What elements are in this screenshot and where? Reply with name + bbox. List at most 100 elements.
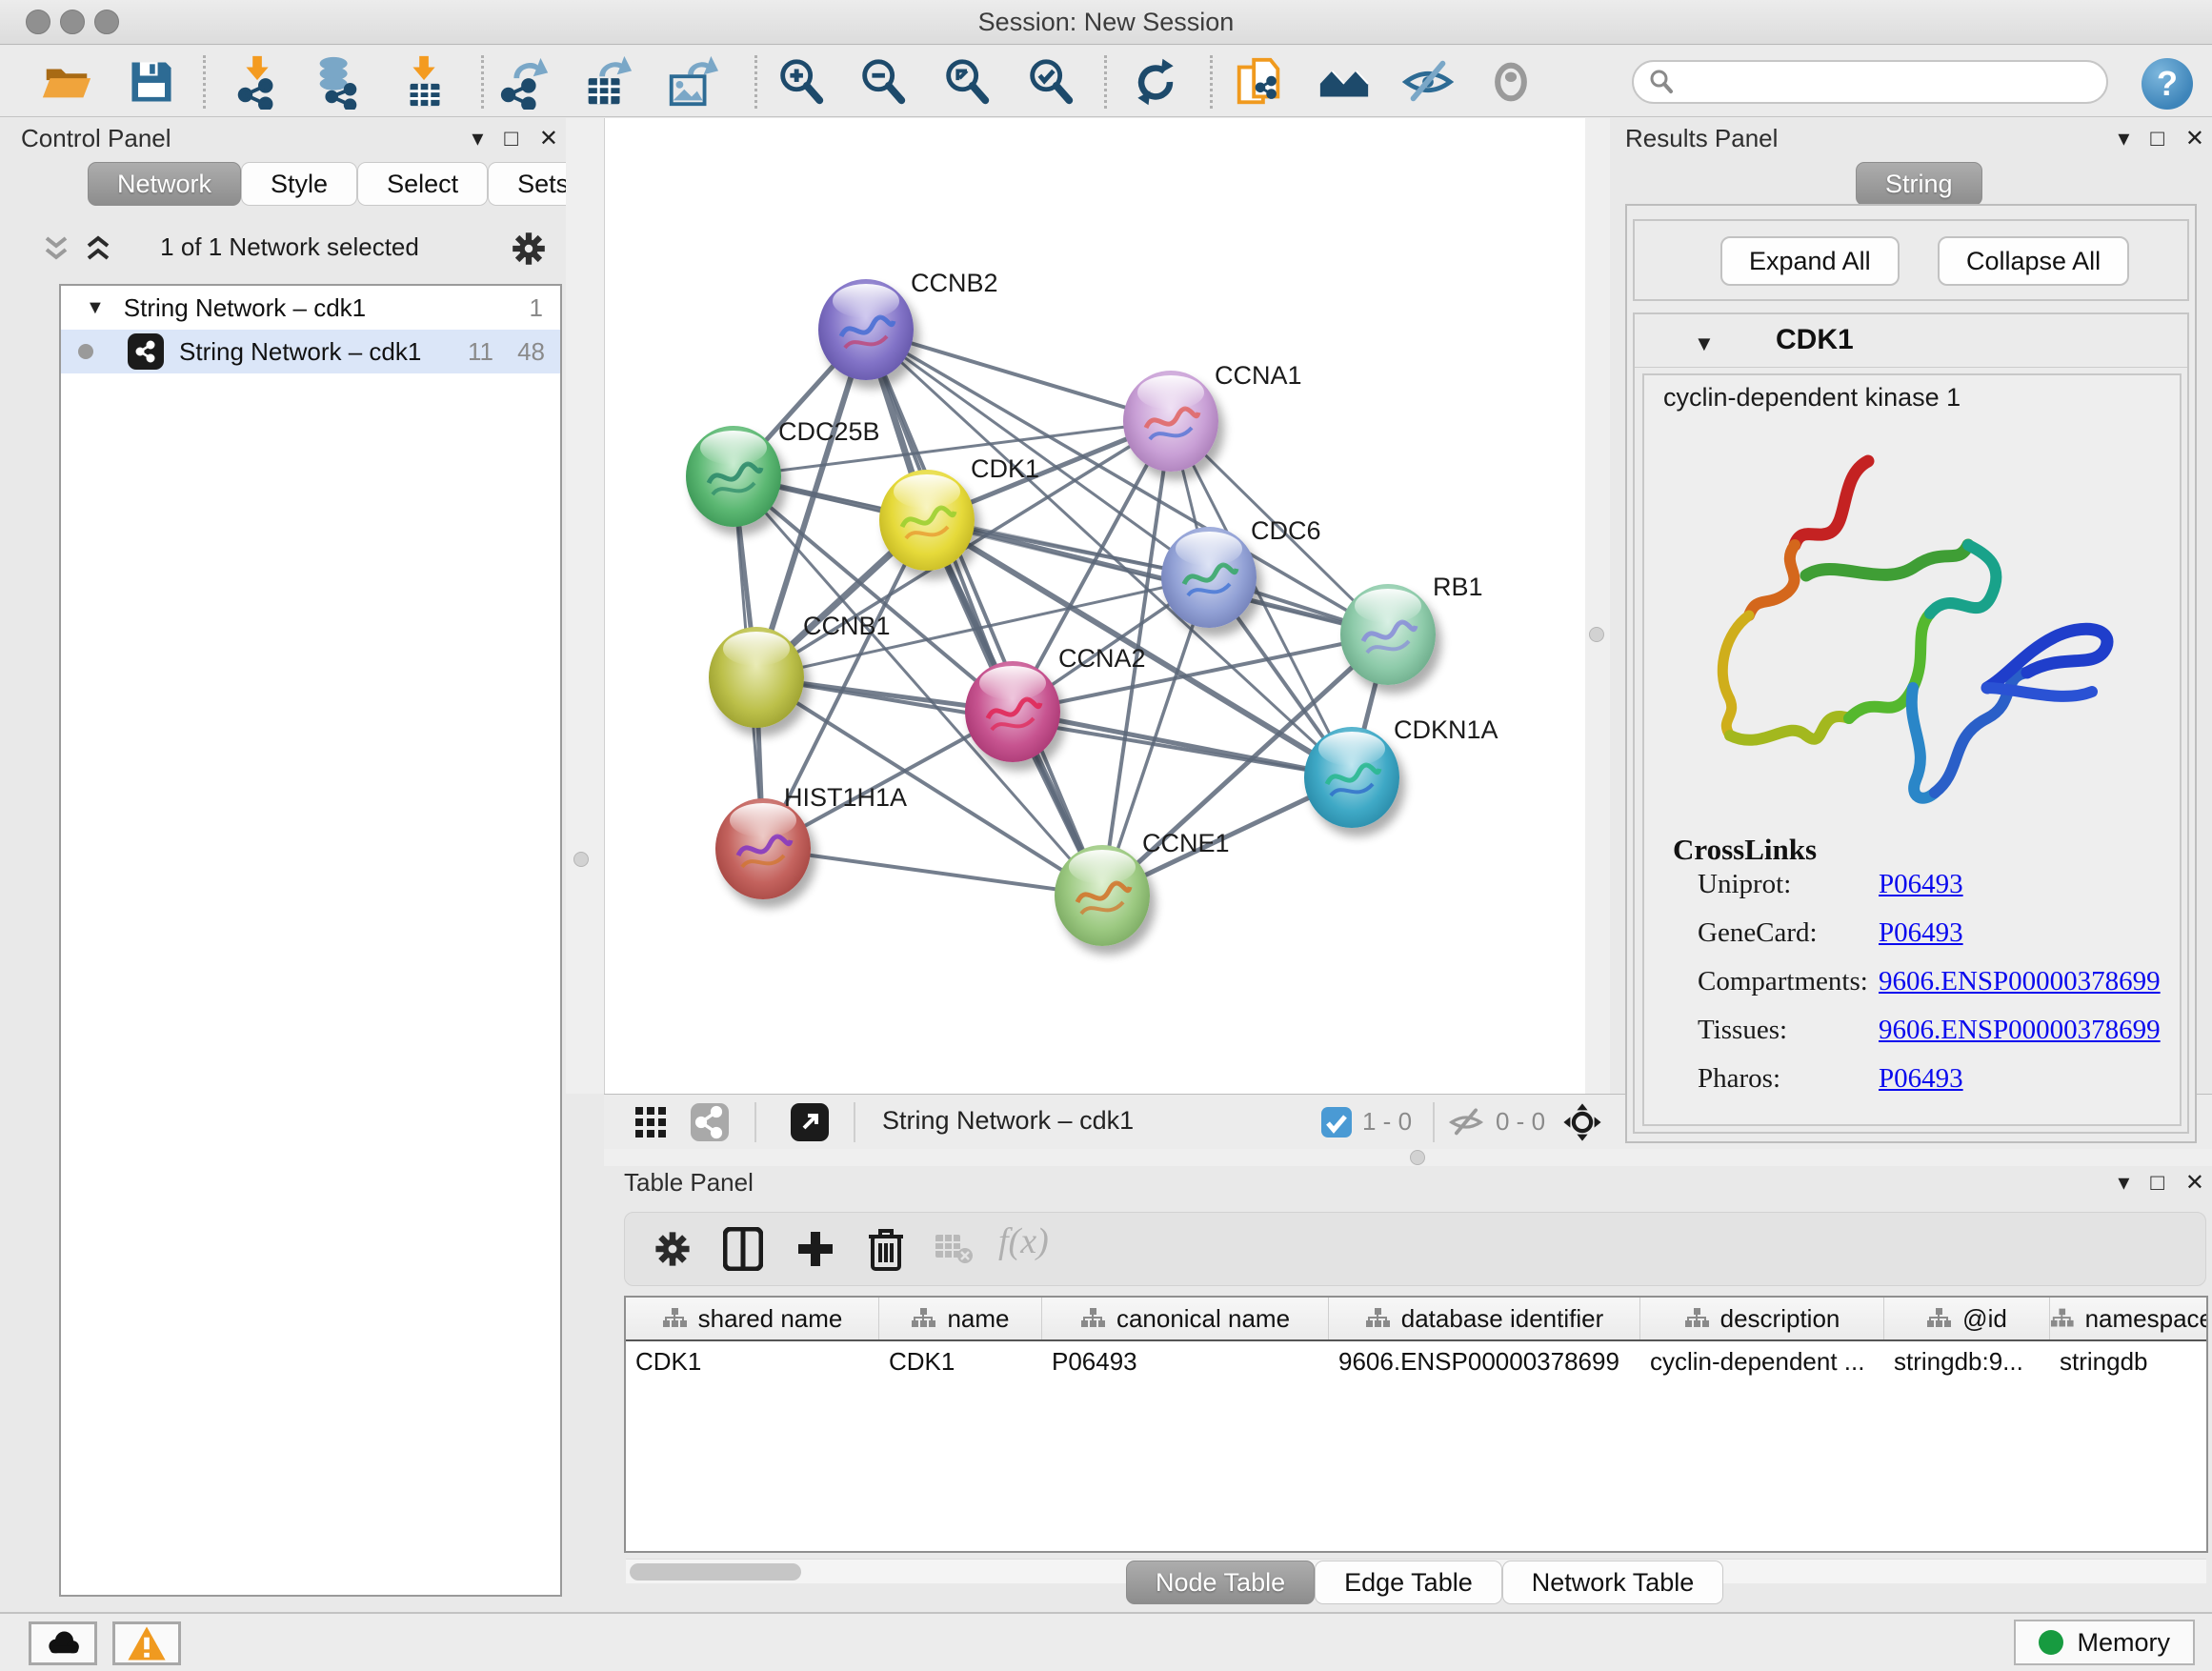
network-edge-HIST1H1A-CCNE1[interactable] [763, 849, 1102, 896]
network-node-CDKN1A[interactable] [1304, 727, 1399, 828]
birdseye-icon[interactable] [1562, 1102, 1602, 1142]
tissues-link[interactable]: 9606.ENSP00000378699 [1879, 1015, 2161, 1046]
cloud-button[interactable] [29, 1621, 97, 1665]
right-splitter-handle[interactable] [1589, 627, 1604, 642]
table-options-gear-icon[interactable] [646, 1222, 699, 1276]
export-table-button[interactable] [577, 52, 636, 111]
table-hscrollbar-thumb[interactable] [630, 1563, 801, 1580]
entry-collapse-icon[interactable]: ▼ [1694, 332, 1715, 356]
delete-table-icon[interactable] [928, 1222, 981, 1276]
table-cell[interactable]: CDK1 [879, 1341, 1042, 1385]
collapse-all-button[interactable]: Collapse All [1938, 236, 2129, 286]
uniprot-link[interactable]: P06493 [1879, 869, 1963, 900]
search-input[interactable] [1676, 68, 2085, 97]
network-collection-row[interactable]: ▼ String Network – cdk1 1 [61, 286, 560, 330]
column-header-name[interactable]: name [879, 1298, 1042, 1339]
network-share-view-icon[interactable] [690, 1102, 730, 1142]
panel-float-icon[interactable]: □ [504, 128, 518, 151]
hidden-eye-slash-icon[interactable] [1446, 1102, 1486, 1142]
network-node-CDC25B[interactable] [686, 426, 781, 527]
tab-style[interactable]: Style [241, 162, 357, 206]
panel-close-icon[interactable]: ✕ [2185, 1172, 2204, 1195]
panel-menu-icon[interactable]: ▾ [2118, 128, 2129, 151]
network-options-gear-icon[interactable] [509, 229, 549, 269]
detach-view-icon[interactable] [790, 1102, 830, 1142]
tab-edge-table[interactable]: Edge Table [1315, 1560, 1502, 1604]
import-network-button[interactable] [229, 52, 288, 111]
panel-menu-icon[interactable]: ▾ [472, 128, 483, 151]
memory-button[interactable]: Memory [2014, 1620, 2195, 1665]
show-columns-icon[interactable] [716, 1222, 770, 1276]
add-function-plus-icon[interactable] [789, 1222, 842, 1276]
collection-expand-icon[interactable]: ▼ [86, 297, 105, 319]
gene-entry-header[interactable]: ▼ CDK1 [1635, 314, 2187, 368]
network-node-RB1[interactable] [1340, 584, 1436, 685]
network-node-CDK1[interactable] [879, 470, 975, 571]
open-session-button[interactable] [37, 52, 96, 111]
compartments-link[interactable]: 9606.ENSP00000378699 [1879, 966, 2161, 997]
visibility-button[interactable] [1481, 52, 1540, 111]
left-splitter-handle[interactable] [573, 852, 589, 867]
right-splitter[interactable] [1585, 118, 1610, 1149]
column-header-shared-name[interactable]: shared name [626, 1298, 879, 1339]
network-row[interactable]: String Network – cdk1 11 48 [61, 330, 560, 373]
network-node-HIST1H1A[interactable] [715, 798, 811, 899]
table-cell[interactable]: CDK1 [626, 1341, 879, 1385]
left-splitter[interactable] [566, 118, 604, 1094]
save-session-button[interactable] [122, 52, 181, 111]
table-row[interactable]: CDK1CDK1P064939606.ENSP00000378699cyclin… [626, 1341, 2206, 1385]
help-button[interactable]: ? [2142, 58, 2193, 110]
function-builder-icon[interactable]: f(x) [998, 1220, 1049, 1262]
expand-all-button[interactable]: Expand All [1720, 236, 1900, 286]
table-cell[interactable]: stringdb [2050, 1341, 2208, 1385]
tab-select[interactable]: Select [357, 162, 488, 206]
warning-button[interactable] [112, 1621, 181, 1665]
panel-float-icon[interactable]: □ [2150, 128, 2164, 151]
zoom-in-button[interactable] [772, 52, 831, 111]
table-cell[interactable]: cyclin-dependent ... [1640, 1341, 1884, 1385]
clone-network-button[interactable] [1230, 52, 1289, 111]
pharos-link[interactable]: P06493 [1879, 1063, 1963, 1095]
network-canvas[interactable]: CCNB2CCNA1CDC25BCDK1CDC6RB1CCNB1CCNA2CDK… [604, 118, 1585, 1094]
import-database-button[interactable] [308, 52, 367, 111]
selected-checkbox-icon[interactable] [1317, 1102, 1357, 1142]
tab-node-table[interactable]: Node Table [1126, 1560, 1315, 1604]
tab-network[interactable]: Network [88, 162, 241, 206]
zoom-selected-button[interactable] [1021, 52, 1080, 111]
network-node-CCNB1[interactable] [709, 627, 804, 728]
table-cell[interactable]: 9606.ENSP00000378699 [1329, 1341, 1640, 1385]
delete-trash-icon[interactable] [859, 1222, 913, 1276]
network-node-CCNE1[interactable] [1055, 845, 1150, 946]
show-hide-button[interactable] [1398, 52, 1458, 111]
bottom-splitter[interactable] [604, 1149, 2212, 1166]
network-node-CCNB2[interactable] [818, 279, 914, 380]
node-table[interactable]: shared namenamecanonical namedatabase id… [624, 1296, 2208, 1553]
genecard-link[interactable]: P06493 [1879, 917, 1963, 949]
tab-network-table[interactable]: Network Table [1502, 1560, 1724, 1604]
panel-close-icon[interactable]: ✕ [2185, 128, 2204, 151]
column-header-database-identifier[interactable]: database identifier [1329, 1298, 1640, 1339]
column-type-icon [911, 1307, 935, 1330]
refresh-layout-button[interactable] [1126, 52, 1185, 111]
bottom-splitter-handle[interactable] [1410, 1150, 1425, 1165]
zoom-fit-button[interactable] [937, 52, 996, 111]
import-table-button[interactable] [395, 52, 454, 111]
export-network-button[interactable] [495, 52, 554, 111]
table-cell[interactable]: stringdb:9... [1884, 1341, 2050, 1385]
first-neighbors-button[interactable] [1315, 52, 1374, 111]
network-node-CCNA1[interactable] [1123, 371, 1218, 472]
panel-float-icon[interactable]: □ [2150, 1172, 2164, 1195]
network-node-CDC6[interactable] [1161, 527, 1257, 628]
column-header--id[interactable]: @id [1884, 1298, 2050, 1339]
zoom-out-button[interactable] [854, 52, 913, 111]
tab-string[interactable]: String [1856, 162, 1982, 206]
column-header-description[interactable]: description [1640, 1298, 1884, 1339]
column-header-namespace[interactable]: namespace [2050, 1298, 2208, 1339]
table-cell[interactable]: P06493 [1042, 1341, 1329, 1385]
panel-menu-icon[interactable]: ▾ [2118, 1172, 2129, 1195]
column-header-canonical-name[interactable]: canonical name [1042, 1298, 1329, 1339]
panel-close-icon[interactable]: ✕ [539, 128, 558, 151]
grid-view-icon[interactable] [631, 1102, 671, 1142]
export-image-button[interactable] [662, 52, 721, 111]
network-node-CCNA2[interactable] [965, 661, 1060, 762]
